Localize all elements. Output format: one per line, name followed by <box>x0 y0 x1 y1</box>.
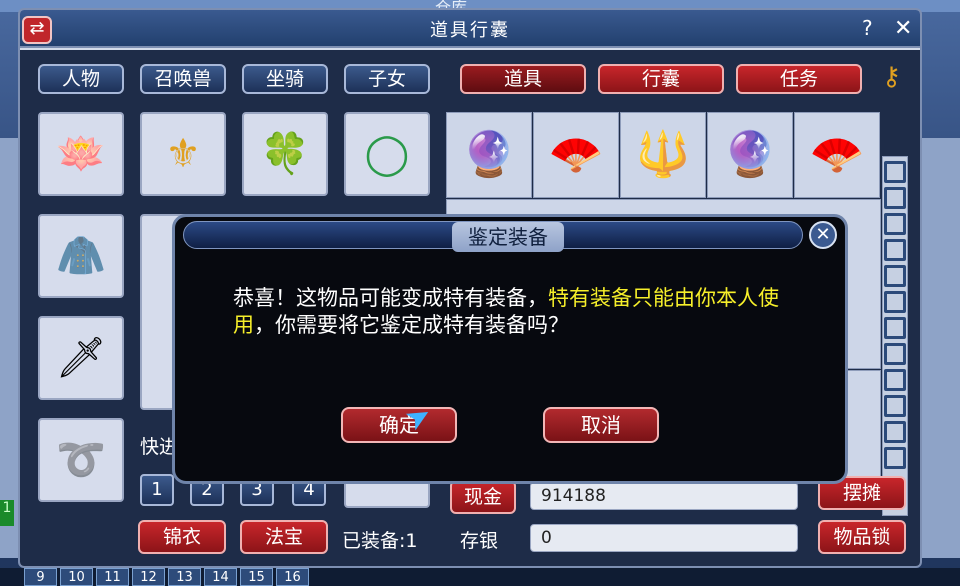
dialog-message: 恭喜！这物品可能变成特有装备，特有装备只能由你本人使用，你需要将它鉴定成特有装备… <box>233 285 793 339</box>
tab-mount[interactable]: 坐骑 <box>242 64 328 94</box>
page-number[interactable]: 11 <box>96 568 129 586</box>
inventory-scrollbar[interactable] <box>882 156 908 516</box>
treasure-button[interactable]: 法宝 <box>240 520 328 554</box>
jade-mace-icon: 🔱 <box>635 129 691 180</box>
cash-label-button: 现金 <box>450 480 516 514</box>
equip-slot-belt[interactable]: ➰ <box>38 418 124 502</box>
dialog-titlebar[interactable]: 鉴定装备 <box>183 221 803 252</box>
savings-label: 存银 <box>460 530 499 552</box>
inventory-slot[interactable]: 🔱 <box>620 112 706 198</box>
page-number[interactable]: 13 <box>168 568 201 586</box>
tab-summon[interactable]: 召唤兽 <box>140 64 226 94</box>
cancel-button[interactable]: 取消 <box>543 407 659 443</box>
dialog-message-suffix: ，你需要将它鉴定成特有装备吗？ <box>254 313 569 337</box>
tab-quest[interactable]: 任务 <box>736 64 862 94</box>
window-titlebar[interactable]: ⇄ 道具行囊 ? ✕ <box>20 10 920 48</box>
identify-dialog: 鉴定装备 ✕ 恭喜！这物品可能变成特有装备，特有装备只能由你本人使用，你需要将它… <box>172 214 848 484</box>
inventory-slot[interactable]: 🪭 <box>533 112 619 198</box>
background-right-panel <box>922 138 960 558</box>
dialog-message-prefix: 恭喜！这物品可能变成特有装备， <box>233 286 548 310</box>
equip-slot-bracelet[interactable]: ◯ <box>344 112 430 196</box>
background-badge: 1 <box>0 500 14 526</box>
golden-fan-icon: 🪭 <box>548 129 604 180</box>
tab-items[interactable]: 道具 <box>460 64 586 94</box>
orb-wand-icon: 🔮 <box>722 129 778 180</box>
tab-bag[interactable]: 行囊 <box>598 64 724 94</box>
page-number[interactable]: 14 <box>204 568 237 586</box>
close-button[interactable]: ✕ <box>894 16 912 41</box>
jade-pendant-icon: 🍀 <box>260 131 310 177</box>
item-lock-button[interactable]: 物品锁 <box>818 520 906 554</box>
confirm-button[interactable]: 确定 <box>341 407 457 443</box>
equip-slot-earring[interactable]: ⚜ <box>140 112 226 196</box>
dialog-close-button[interactable]: ✕ <box>809 221 837 249</box>
page-number[interactable]: 16 <box>276 568 309 586</box>
window-title: 道具行囊 <box>430 20 510 41</box>
belt-silhouette-icon: ➰ <box>56 437 106 483</box>
quick-page-1[interactable]: 1 <box>140 474 174 506</box>
lotus-icon: 🪷 <box>56 131 106 177</box>
page-number[interactable]: 9 <box>24 568 57 586</box>
equipped-count: 已装备:1 <box>342 530 418 552</box>
page-number[interactable]: 15 <box>240 568 273 586</box>
cloak-silhouette-icon: 🧥 <box>56 233 106 279</box>
golden-fan-icon: 🪭 <box>809 129 865 180</box>
savings-value: 0 <box>530 524 798 552</box>
inventory-slot[interactable]: 🔮 <box>446 112 532 198</box>
help-button[interactable]: ? <box>862 16 873 40</box>
page-number[interactable]: 10 <box>60 568 93 586</box>
orb-wand-icon: 🔮 <box>461 129 517 180</box>
wardrobe-button[interactable]: 锦衣 <box>138 520 226 554</box>
background-page-bar: 9 10 11 12 13 14 15 16 <box>0 568 960 586</box>
equip-slot-weapon[interactable]: 🗡 <box>38 316 124 400</box>
game-screen: { "background": { "top_title": "仓库", "pa… <box>0 0 960 586</box>
dialog-title: 鉴定装备 <box>452 222 564 252</box>
cash-value: 914188 <box>530 482 798 510</box>
tab-character[interactable]: 人物 <box>38 64 124 94</box>
key-icon[interactable]: ⚷ <box>882 62 901 92</box>
equip-slot-armor[interactable]: 🧥 <box>38 214 124 298</box>
page-number[interactable]: 12 <box>132 568 165 586</box>
spear-icon: 🗡 <box>55 335 107 381</box>
jade-bracelet-icon: ◯ <box>364 131 410 177</box>
equip-slot-lotus[interactable]: 🪷 <box>38 112 124 196</box>
earring-icon: ⚜ <box>165 131 201 177</box>
background-left-panel <box>0 138 18 558</box>
inventory-slot[interactable]: 🔮 <box>707 112 793 198</box>
equip-slot-pendant[interactable]: 🍀 <box>242 112 328 196</box>
inventory-slot[interactable]: 🪭 <box>794 112 880 198</box>
tab-children[interactable]: 子女 <box>344 64 430 94</box>
